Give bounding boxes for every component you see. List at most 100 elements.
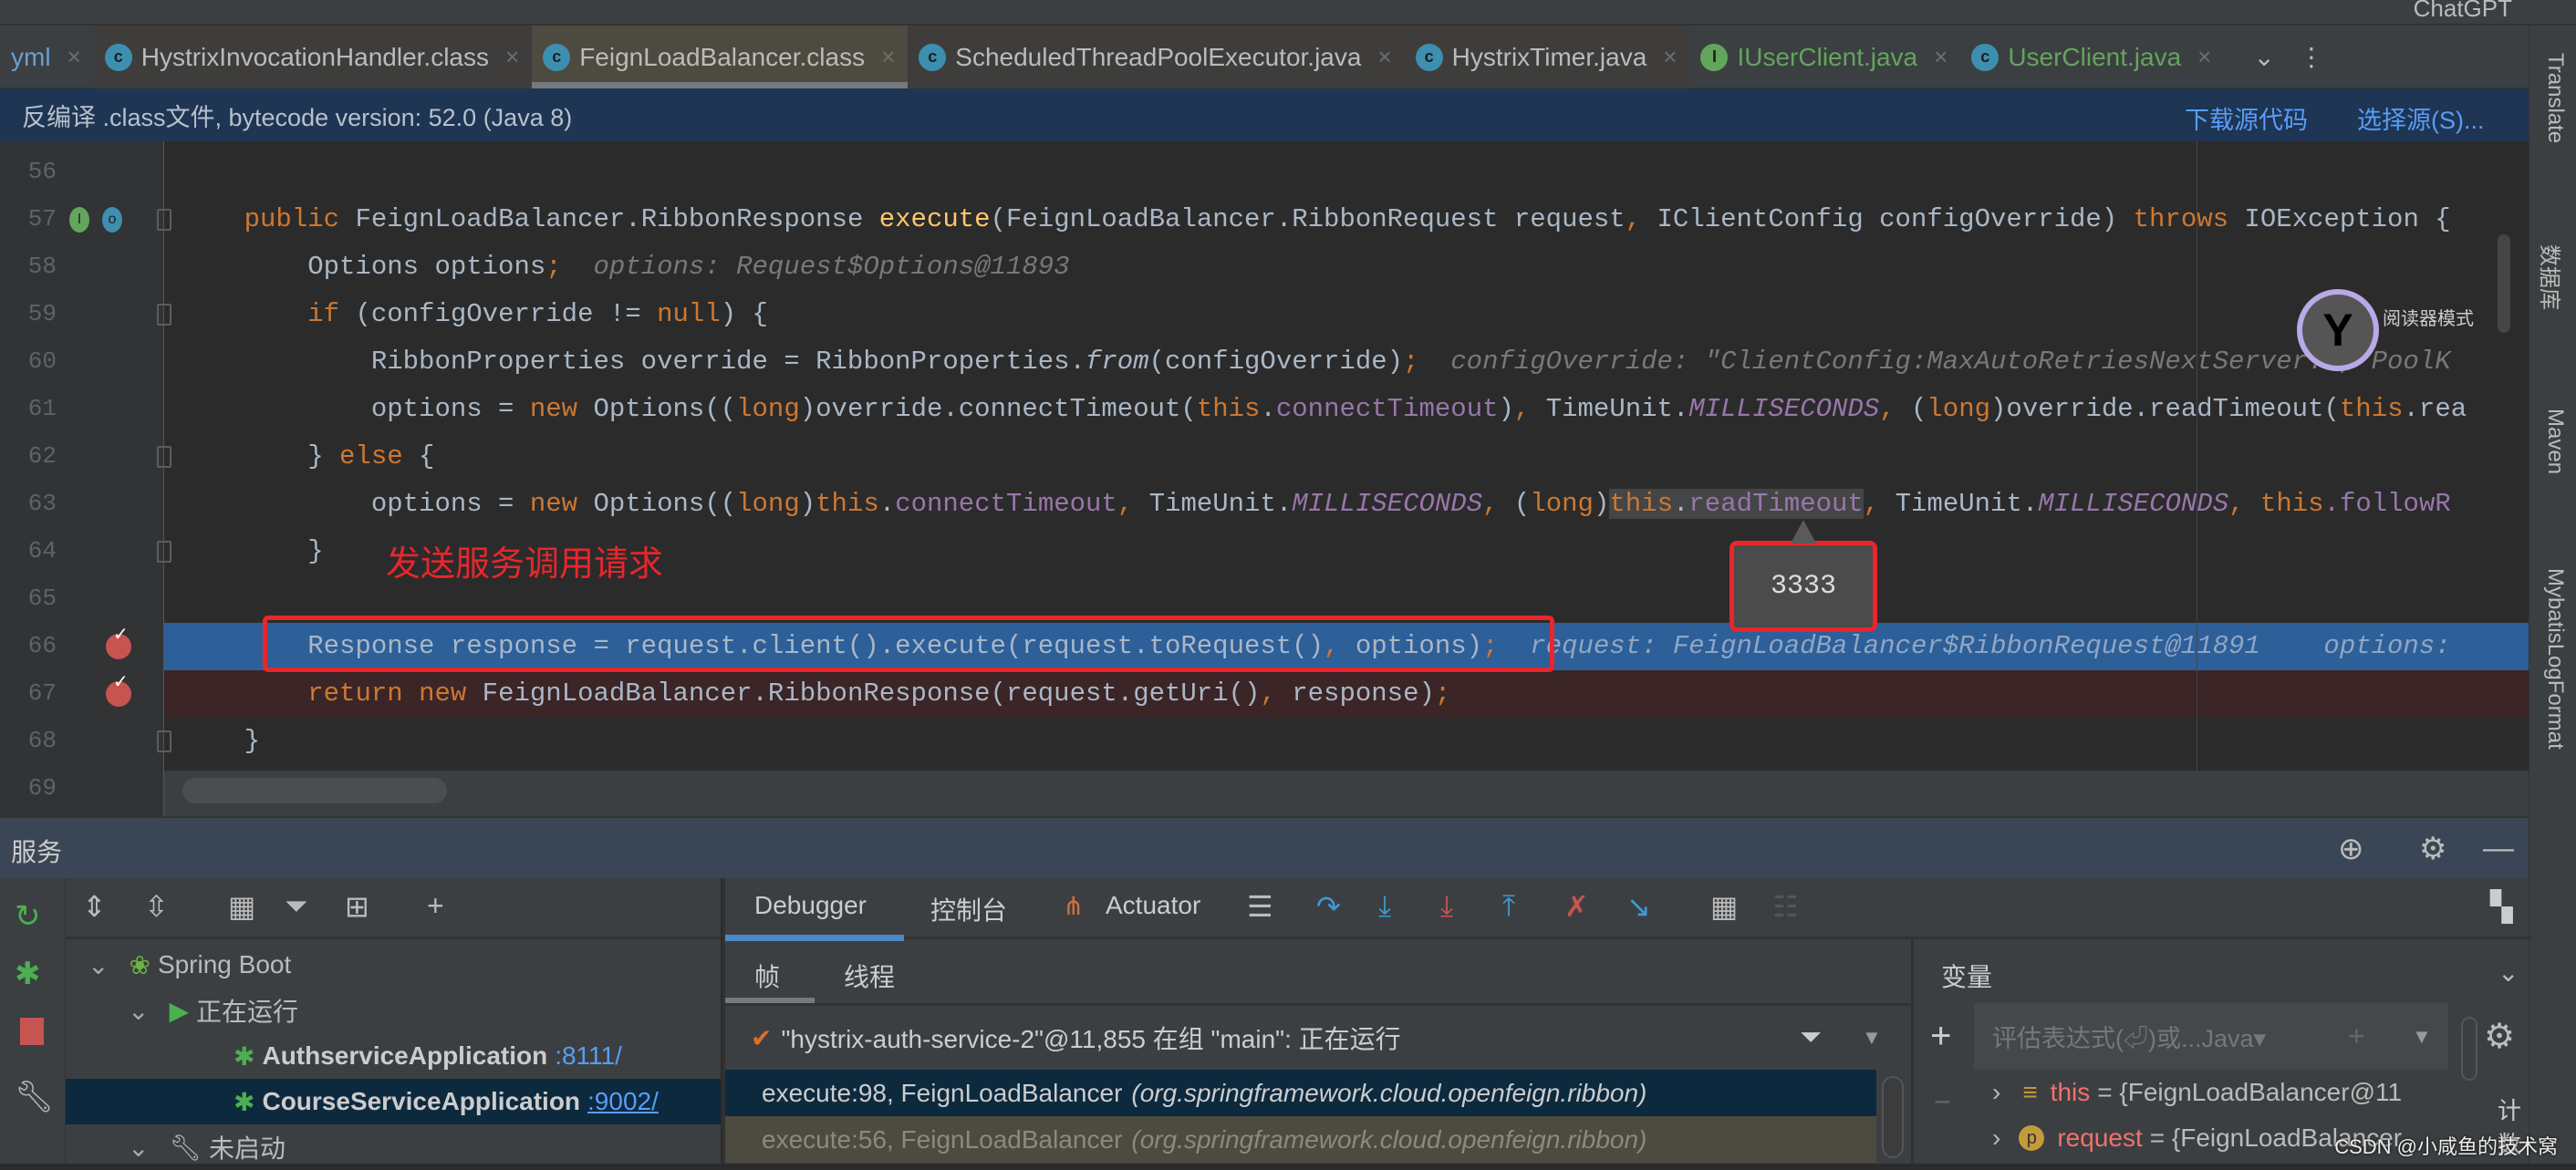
tab-debugger[interactable]: Debugger [754,891,867,920]
thread-dropdown-icon[interactable]: ▼ [1862,1026,1882,1050]
new-tab-icon[interactable]: ⊞ [345,889,369,924]
code-line[interactable]: public FeignLoadBalancer.RibbonResponse … [181,196,2451,243]
code-line[interactable]: RibbonProperties override = RibbonProper… [181,338,2451,386]
line-number[interactable]: 57 [0,205,57,233]
line-number[interactable]: 63 [0,490,57,517]
eval-history-dropdown-icon[interactable]: ▼ [2412,1025,2432,1049]
breakpoint-icon[interactable] [106,670,131,707]
gear-icon[interactable]: ⚙ [2419,831,2446,867]
expand-chevron-icon[interactable]: ⌄ [128,1133,149,1163]
thread-selector[interactable]: ✔ "hystrix-auth-service-2"@11,855 在组 "ma… [725,1003,1911,1070]
code-line[interactable]: options = new Options((long)override.con… [181,386,2467,433]
evaluate-expression-icon[interactable]: ▦ [1710,889,1738,924]
frame-row[interactable]: execute:56, FeignLoadBalancer (org.spring… [725,1116,1876,1163]
code-line[interactable]: return new FeignLoadBalancer.RibbonRespo… [181,670,1450,718]
tab-scheduledthreadpoolexecutor-java[interactable]: c ScheduledThreadPoolExecutor.java × [908,26,1405,88]
add-watch-icon[interactable]: + [1930,1016,1951,1057]
collapse-chevron-icon[interactable]: ⌄ [2498,958,2519,988]
layout-icon[interactable]: ▚ [2490,889,2513,924]
fold-marker-icon[interactable] [157,541,171,563]
tab-iuserclient-java[interactable]: I IUserClient.java × [1689,26,1960,88]
code-line[interactable]: } else { [181,433,434,481]
code-line[interactable]: } [181,528,323,575]
show-execution-point-icon[interactable]: ☰ [1247,889,1273,924]
remove-watch-icon[interactable]: − [1934,1085,1951,1119]
line-number[interactable]: 62 [0,442,57,470]
translate-tool[interactable]: Translate [2542,53,2568,143]
subtab-frames[interactable]: 帧 [754,958,780,994]
line-number[interactable]: 65 [0,585,57,612]
line-number[interactable]: 66 [0,632,57,659]
close-tab-icon[interactable]: × [2197,43,2211,71]
variable-row[interactable]: › ≡ this = {FeignLoadBalancer@11 [1974,1070,2448,1115]
frame-row[interactable]: execute:98, FeignLoadBalancer (org.spring… [725,1070,1876,1116]
horizontal-scrollbar[interactable] [182,778,447,803]
expand-chevron-icon[interactable]: › [1992,1123,2000,1153]
fold-marker-icon[interactable] [157,304,171,326]
close-tab-icon[interactable]: × [1663,43,1677,71]
subtab-threads[interactable]: 线程 [844,958,895,994]
step-over-icon[interactable]: ↷ [1316,889,1341,924]
variables-settings-icon[interactable]: ⚙ [2484,1016,2515,1057]
chatgpt-button[interactable]: ChatGPT [2414,0,2512,23]
more-tabs-chevron-icon[interactable]: ⌄ [2242,26,2287,88]
code-line[interactable]: Options options; options: Request$Option… [181,243,1069,291]
implements-icon[interactable]: I [69,207,89,233]
tab-options-icon[interactable]: ⋮ [2288,26,2337,88]
reader-mode-button[interactable]: 阅读器模式 [2383,304,2474,330]
service-tree-item[interactable]: ✱ CourseServiceApplication:9002/ [66,1079,721,1124]
rerun-icon[interactable]: ↻ [15,898,41,935]
crosshair-icon[interactable]: ⊕ [2338,831,2364,867]
collapse-all-icon[interactable]: ⇳ [144,889,169,924]
fold-marker-icon[interactable] [157,446,171,468]
tab-actuator[interactable]: Actuator [1106,891,1200,920]
assistant-avatar-icon[interactable]: Y [2297,289,2379,371]
line-number[interactable]: 61 [0,395,57,422]
line-number[interactable]: 69 [0,774,57,802]
expand-chevron-icon[interactable]: › [1992,1078,2000,1107]
expand-all-icon[interactable]: ⇕ [82,889,107,924]
expand-chevron-icon[interactable]: ⌄ [88,950,109,980]
maven-tool[interactable]: Maven [2542,409,2568,474]
breakpoint-icon[interactable] [106,623,131,659]
line-number[interactable]: 67 [0,679,57,707]
vertical-scrollbar[interactable] [2498,234,2510,333]
close-tab-icon[interactable]: × [68,43,81,71]
tab-hystrixinvocationhandler-class[interactable]: c HystrixInvocationHandler.class × [93,26,533,88]
drop-frame-icon[interactable]: ✗ [1564,889,1589,924]
add-service-icon[interactable]: + [427,889,444,923]
overrides-icon[interactable]: o [102,207,122,233]
tab-userclient-java[interactable]: c UserClient.java × [1960,26,2224,88]
tab-yml[interactable]: yml × [0,26,94,88]
mybatis-log-format-tool[interactable]: MybatisLogFormat [2542,568,2568,750]
fold-marker-icon[interactable] [157,209,171,231]
close-tab-icon[interactable]: × [1934,43,1948,71]
group-by-icon[interactable]: ▦ [228,889,255,924]
frames-scrollbar[interactable] [1882,1076,1904,1158]
close-tab-icon[interactable]: × [1377,43,1391,71]
service-tree-item[interactable]: ⌄ ▶ 正在运行 [66,988,721,1033]
filter-icon[interactable]: ⏷ [285,889,308,924]
line-number[interactable]: 59 [0,300,57,327]
close-tab-icon[interactable]: × [505,43,519,71]
line-number[interactable]: 56 [0,158,57,185]
database-tool[interactable]: 数据库 [2536,244,2568,310]
expand-chevron-icon[interactable]: ⌄ [128,996,149,1026]
add-to-watches-icon[interactable]: + [2348,1020,2365,1053]
tab-hystrixtimer-java[interactable]: c HystrixTimer.java × [1404,26,1690,88]
line-number[interactable]: 60 [0,347,57,375]
debug-icon[interactable]: ✱ [15,956,41,992]
step-into-icon[interactable]: ⤓ [1378,889,1391,924]
line-number[interactable]: 64 [0,537,57,564]
line-number-gutter[interactable]: 56 57 58 59 60 61 62 63 64 65 66 67 68 69 Io [0,141,171,816]
variables-scrollbar[interactable] [2461,1017,2477,1081]
service-tree-item[interactable]: ⌄ ❀ Spring Boot [66,942,721,988]
tab-feignloadbalancer-class[interactable]: c FeignLoadBalancer.class × [532,26,909,88]
code-editor[interactable]: 56 57 58 59 60 61 62 63 64 65 66 67 68 69 Io public Fe… [0,141,2529,816]
force-step-into-icon[interactable]: ⤓ [1440,889,1453,924]
evaluate-expression-input[interactable]: 评估表达式(⏎)或...Java▾ + ▼ [1974,1003,2448,1070]
line-number[interactable]: 68 [0,727,57,754]
line-number[interactable]: 58 [0,253,57,280]
close-tab-icon[interactable]: × [881,43,895,71]
fold-marker-icon[interactable] [157,730,171,752]
